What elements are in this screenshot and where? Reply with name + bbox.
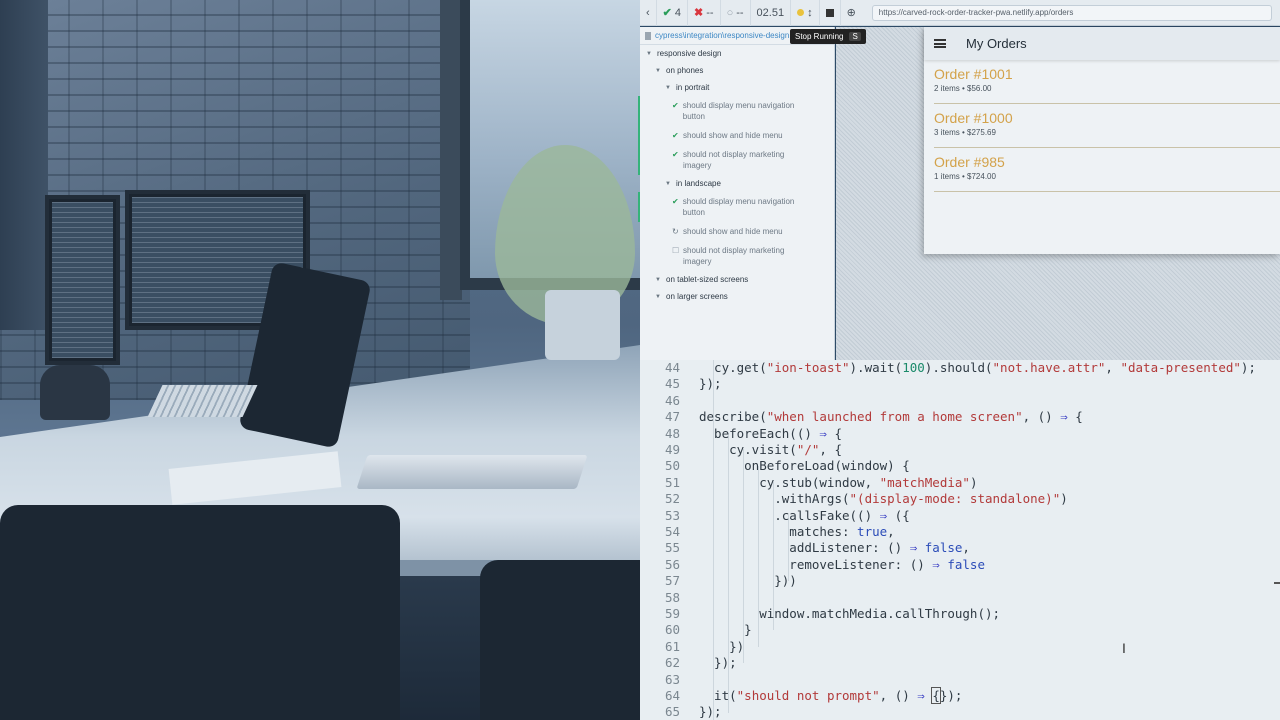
caret-down-icon: ▼ bbox=[665, 84, 671, 91]
code-line: 44 cy.get("ion-toast").wait(100).should(… bbox=[664, 360, 1256, 375]
stop-icon bbox=[825, 8, 834, 17]
page-title: My Orders bbox=[966, 36, 1027, 51]
passed-count: ✔ 4 bbox=[657, 0, 689, 26]
suite-responsive-design[interactable]: ▼ responsive design bbox=[640, 45, 834, 62]
caret-down-icon: ▼ bbox=[655, 67, 661, 74]
crosshair-icon: ⊕ bbox=[846, 7, 856, 19]
code-line: 61 }) bbox=[664, 638, 745, 654]
running-dot-icon bbox=[797, 9, 805, 16]
collapse-button[interactable]: ‹ bbox=[640, 0, 657, 26]
keyboard bbox=[147, 385, 258, 417]
code-line: 63 bbox=[664, 671, 680, 687]
suite-tablet[interactable]: ▼ on tablet-sized screens bbox=[640, 271, 834, 288]
code-editor[interactable]: 44 cy.get("ion-toast").wait(100).should(… bbox=[640, 360, 1280, 720]
check-icon: ✔ bbox=[672, 131, 679, 140]
code-line: 50 onBeforeLoad(window) { bbox=[664, 458, 910, 474]
code-line: 58 bbox=[664, 589, 680, 605]
plant-pot bbox=[545, 290, 620, 360]
suite-in-landscape[interactable]: ▼ in landscape bbox=[640, 175, 834, 192]
chair-front-right bbox=[480, 560, 640, 720]
code-line: 54 matches: true, bbox=[664, 524, 895, 539]
caret-down-icon: ▼ bbox=[655, 293, 661, 300]
code-line: 60 } bbox=[664, 622, 752, 638]
code-line: 64 it("should not prompt", () ⇒ {}); bbox=[664, 687, 963, 704]
scrollbar-marker[interactable] bbox=[1274, 582, 1280, 584]
code-line: 45}); bbox=[664, 376, 722, 392]
code-line: 57 })) bbox=[664, 573, 797, 589]
code-line: 48 beforeEach(() ⇒ { bbox=[664, 425, 843, 441]
caret-down-icon: ▼ bbox=[646, 50, 652, 57]
circle-icon: ○ bbox=[726, 6, 734, 19]
check-icon: ✔ bbox=[672, 197, 679, 206]
check-icon: ✔ bbox=[662, 7, 672, 19]
code-line: 52 .withArgs("(display-mode: standalone)… bbox=[664, 491, 1068, 507]
order-item[interactable]: Order #1001 2 items • $56.00 bbox=[934, 60, 1280, 104]
test-landscape-show-hide[interactable]: ↻ should show and hide menu bbox=[640, 222, 834, 241]
check-icon: ✔ bbox=[672, 150, 679, 159]
test-portrait-marketing[interactable]: ✔ should not display marketing imagery bbox=[638, 145, 834, 175]
pillar bbox=[0, 0, 48, 330]
test-landscape-marketing[interactable]: ☐ should not display marketing imagery bbox=[640, 241, 834, 271]
order-item[interactable]: Order #985 1 items • $724.00 bbox=[934, 148, 1280, 192]
test-reporter: cypress\integration\responsive-design ▼ r… bbox=[638, 27, 835, 360]
check-icon: ✔ bbox=[672, 101, 679, 110]
order-item[interactable]: Order #1000 3 items • $275.69 bbox=[934, 104, 1280, 148]
aut-url[interactable]: https://carved-rock-order-tracker-pwa.ne… bbox=[871, 4, 1272, 21]
auto-scroll-icon[interactable]: ↕ bbox=[807, 7, 813, 19]
test-landscape-menu-button[interactable]: ✔ should display menu navigation button bbox=[638, 192, 834, 222]
code-line: 56 removeListener: () ⇒ false bbox=[664, 556, 985, 572]
monitor-left bbox=[45, 195, 120, 365]
menu-icon[interactable] bbox=[934, 39, 946, 48]
text-cursor-icon: I bbox=[1122, 640, 1126, 656]
cross-icon: ✖ bbox=[694, 7, 704, 19]
code-line: 59 window.matchMedia.callThrough(); bbox=[664, 606, 1001, 621]
window-frame bbox=[440, 0, 462, 300]
test-portrait-show-hide[interactable]: ✔ should show and hide menu bbox=[638, 126, 834, 145]
selector-playground-button[interactable]: ⊕ bbox=[841, 0, 862, 26]
failed-count: ✖ -- bbox=[688, 0, 721, 26]
test-portrait-menu-button[interactable]: ✔ should display menu navigation button bbox=[638, 96, 834, 126]
app-viewport: My Orders Order #1001 2 items • $56.00 O… bbox=[924, 27, 1280, 254]
app-header: My Orders bbox=[924, 27, 1280, 60]
stop-running-tooltip: Stop Running S bbox=[790, 29, 866, 44]
caret-down-icon: ▼ bbox=[665, 180, 671, 187]
code-line: 53 .callsFake(() ⇒ ({ bbox=[664, 507, 910, 523]
duration: 02.51 bbox=[751, 0, 792, 26]
suite-on-phones[interactable]: ▼ on phones bbox=[640, 62, 834, 79]
suite-in-portrait[interactable]: ▼ in portrait bbox=[640, 79, 834, 96]
stop-button[interactable] bbox=[820, 0, 841, 26]
code-line: 65}); bbox=[664, 704, 722, 720]
square-icon: ☐ bbox=[672, 246, 680, 255]
suite-larger[interactable]: ▼ on larger screens bbox=[640, 288, 834, 305]
code-line: 46 bbox=[664, 392, 680, 408]
spinner-icon: ↻ bbox=[672, 227, 679, 236]
runner-toolbar: ‹ ✔ 4 ✖ -- ○ -- 02.51 ↕ ⊕ https://carved-ro… bbox=[640, 0, 1280, 26]
code-line: 55 addListener: () ⇒ false, bbox=[664, 540, 970, 556]
file-icon bbox=[645, 31, 651, 40]
app-preview: My Orders Order #1001 2 items • $56.00 O… bbox=[836, 27, 1280, 360]
running-indicator: ↕ bbox=[791, 0, 820, 26]
office-photo bbox=[0, 0, 640, 720]
caret-down-icon: ▼ bbox=[655, 276, 661, 283]
chevron-left-icon: ‹ bbox=[646, 6, 650, 19]
chair-front-left bbox=[0, 505, 400, 720]
code-line: 51 cy.stub(window, "matchMedia") bbox=[664, 474, 978, 490]
code-line: 47 describe("when launched from a home sc… bbox=[664, 409, 1083, 425]
desk-phone bbox=[40, 365, 110, 420]
code-line: 49 cy.visit("/", { bbox=[664, 442, 842, 457]
laptop bbox=[356, 455, 588, 489]
code-line: 62 }); bbox=[664, 655, 737, 671]
pending-count: ○ -- bbox=[721, 0, 751, 26]
